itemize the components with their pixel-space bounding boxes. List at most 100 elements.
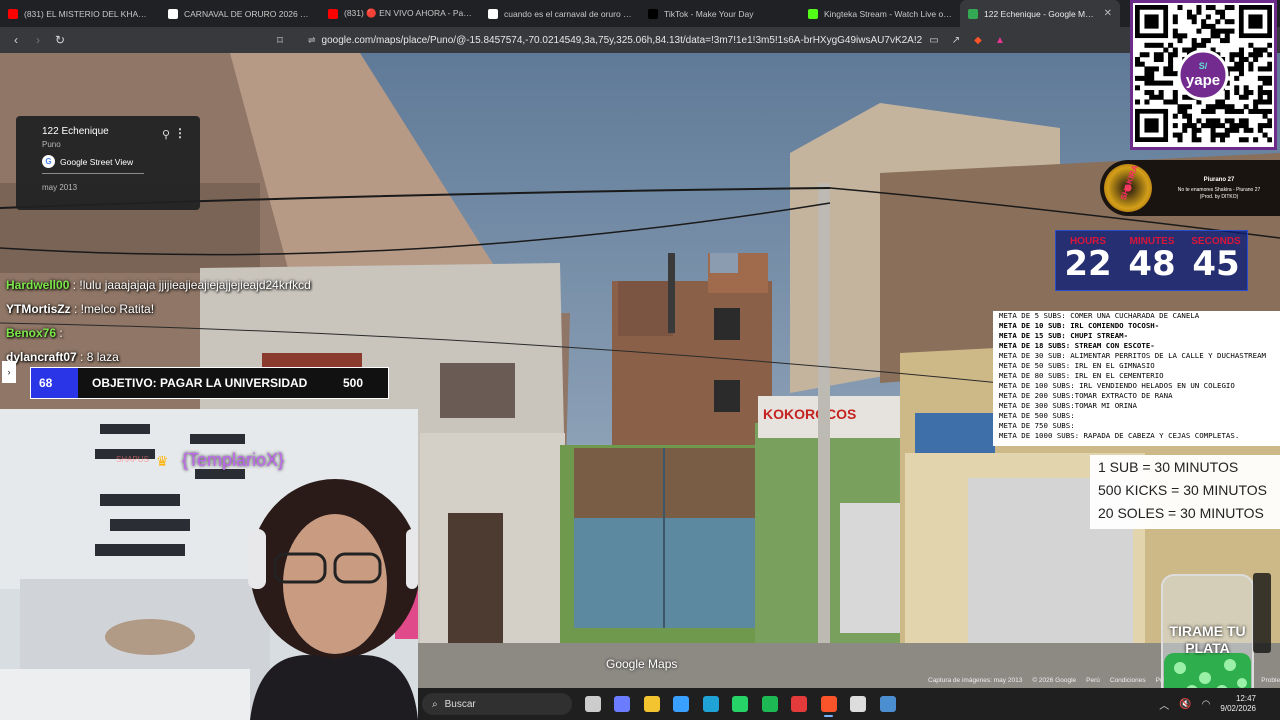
browser-tab[interactable]: CARNAVAL DE ORURO 2026 CUAND [160, 0, 320, 27]
taskbar-app[interactable] [667, 691, 697, 717]
map-footer-item[interactable]: © 2026 Google [1032, 677, 1076, 688]
crown-icon: ♛ [156, 453, 169, 469]
wifi-icon[interactable]: ◠ [1202, 699, 1211, 710]
place-info-card: 122 Echenique Puno G Google Street View … [16, 116, 200, 210]
taskbar-search[interactable]: ⌕ Buscar [422, 693, 572, 715]
steam-icon [879, 696, 896, 712]
address-bar[interactable]: ⇌ google.com/maps/place/Puno/@-15.845757… [302, 30, 922, 50]
browser-tab[interactable]: cuando es el carnaval de oruro 2026 [480, 0, 640, 27]
donation-jar-label: TIRAME TU PLATA [1169, 623, 1246, 656]
collapse-arrow-icon[interactable]: › [2, 361, 16, 383]
taskbar-app[interactable] [578, 691, 608, 717]
windows-taskbar: ⌕ Buscar ︿ 🔇 ◠ 12:47 9/02/2026 [418, 688, 1280, 720]
street-view-controls[interactable] [1253, 573, 1271, 653]
tiktok-icon [648, 8, 658, 19]
taskbar-app[interactable] [637, 691, 667, 717]
qr-symbol: S/ [1199, 61, 1208, 71]
capture-date[interactable]: may 2013 [42, 183, 200, 192]
goal-item: META DE 750 SUBS: [999, 421, 1075, 430]
alert-username: {TemplarioX} [182, 450, 285, 470]
site-info-icon[interactable]: ⇌ [308, 35, 316, 46]
browser-tab-title: 122 Echenique - Google Maps [984, 8, 1098, 19]
chat-message-text: : 8 laza [80, 350, 119, 364]
install-app-icon[interactable]: ▭ [924, 30, 944, 50]
place-subtitle: Puno [42, 140, 61, 149]
subathon-timer: HOURS 22 MINUTES 48 SECONDS 45 [1055, 230, 1248, 291]
browser-tab-title: (831) EL MISTERIO DEL KHARISIRI - F [24, 8, 152, 19]
taskbar-app[interactable] [814, 691, 844, 717]
reload-icon[interactable]: ↻ [50, 30, 70, 50]
taskbar-app[interactable] [755, 691, 785, 717]
taskbar-apps [578, 691, 903, 717]
address-bar-url: google.com/maps/place/Puno/@-15.8457574,… [321, 34, 922, 46]
store-icon [673, 696, 690, 712]
taskbar-app[interactable] [844, 691, 874, 717]
bookmark-icon[interactable]: ⌑ [272, 34, 288, 47]
goal-item: META DE 80 SUBS: IRL EN EL CEMENTERIO [999, 371, 1164, 380]
chevron-up-icon[interactable]: ︿ [1159, 697, 1169, 712]
mute-icon[interactable]: 🔇 [1179, 699, 1191, 710]
taskbar-app[interactable] [873, 691, 903, 717]
browser-tab[interactable]: (831) EL MISTERIO DEL KHARISIRI - F [0, 0, 160, 27]
browser-tab[interactable]: TikTok - Make Your Day [640, 0, 800, 27]
back-arrow-icon[interactable]: ‹ [6, 30, 26, 50]
google-maps-logo: Google Maps [606, 657, 678, 671]
browser-tab-title: Kingteka Stream - Watch Live on Kick [824, 8, 952, 19]
more-options-icon[interactable]: ⋮ [174, 126, 186, 140]
maps-pin-icon [968, 8, 978, 19]
song-producer: (Prod. by DITKO) [1199, 194, 1239, 200]
spotify-icon [761, 696, 778, 712]
street-view-source[interactable]: G Google Street View [42, 155, 200, 168]
qr-brand: yape [1186, 72, 1220, 89]
street-view-source-label: Google Street View [60, 156, 134, 167]
goal-bar: 68 OBJETIVO: PAGAR LA UNIVERSIDAD 500 [30, 367, 389, 399]
brave-shields-icon[interactable]: ◆ [968, 30, 988, 50]
timer-hours: HOURS 22 [1058, 231, 1118, 281]
location-pin-icon[interactable]: ⚲ [162, 128, 170, 141]
album-disc-icon: SHAKIRA [1104, 164, 1152, 212]
map-footer-item[interactable]: Condiciones [1110, 677, 1146, 688]
close-tab-icon[interactable]: ✕ [1104, 8, 1112, 19]
youtube-icon [328, 8, 338, 19]
chat-username[interactable]: Benox76 [6, 326, 56, 340]
goal-current: 68 [31, 368, 78, 398]
taskbar-app[interactable] [726, 691, 756, 717]
chat-username[interactable]: Hardwell00 [6, 278, 69, 292]
disc-label: SHAKIRA [1118, 163, 1140, 202]
goal-item: META DE 300 SUBS:TOMAR MI ORINA [999, 401, 1137, 410]
brave-icon [820, 696, 837, 712]
task-view-icon [584, 696, 601, 712]
browser-tab[interactable]: (831) 🔴 EN VIVO AHORA - Parada y [320, 0, 480, 27]
timer-seconds: SECONDS 45 [1186, 231, 1246, 281]
rate-item: 20 SOLES = 30 MINUTOS [1098, 505, 1264, 521]
google-icon [168, 8, 178, 19]
google-icon [488, 8, 498, 19]
copilot-icon [614, 696, 631, 712]
share-icon[interactable]: ↗ [946, 30, 966, 50]
brave-rewards-icon[interactable]: ▲ [990, 30, 1010, 50]
kick-icon [808, 8, 818, 19]
taskbar-clock[interactable]: 12:47 9/02/2026 [1220, 694, 1256, 714]
taskbar-app[interactable] [696, 691, 726, 717]
source-underline [42, 173, 144, 174]
stream-chat: Hardwell00 : !lulu jaaajajaja jjijieajie… [0, 276, 420, 368]
browser-tab[interactable]: Kingteka Stream - Watch Live on Kick [800, 0, 960, 27]
chat-username[interactable]: dylancraft07 [6, 350, 77, 364]
forward-arrow-icon[interactable]: › [28, 30, 48, 50]
taskbar-search-placeholder: Buscar [444, 698, 476, 710]
map-footer-item[interactable]: Perú [1086, 677, 1100, 688]
chat-message-text: : [59, 326, 63, 340]
map-footer-item[interactable]: Captura de imágenes: may 2013 [928, 677, 1022, 688]
taskbar-app[interactable] [785, 691, 815, 717]
youtube-icon [8, 8, 18, 19]
map-footer-item[interactable]: Problema [1261, 677, 1280, 688]
chat-username[interactable]: YTMortisZz [6, 302, 71, 316]
goal-item: META DE 5 SUBS: COMER UNA CUCHARADA DE C… [999, 311, 1200, 320]
taskbar-app[interactable] [608, 691, 638, 717]
browser-tab-title: TikTok - Make Your Day [664, 8, 754, 19]
goal-target: 500 [343, 376, 364, 390]
screen: (831) EL MISTERIO DEL KHARISIRI - F CARNA… [0, 0, 1280, 720]
browser-tab[interactable]: 122 Echenique - Google Maps ✕ [960, 0, 1120, 27]
file-explorer-icon [643, 696, 660, 712]
whatsapp-icon [732, 696, 749, 712]
